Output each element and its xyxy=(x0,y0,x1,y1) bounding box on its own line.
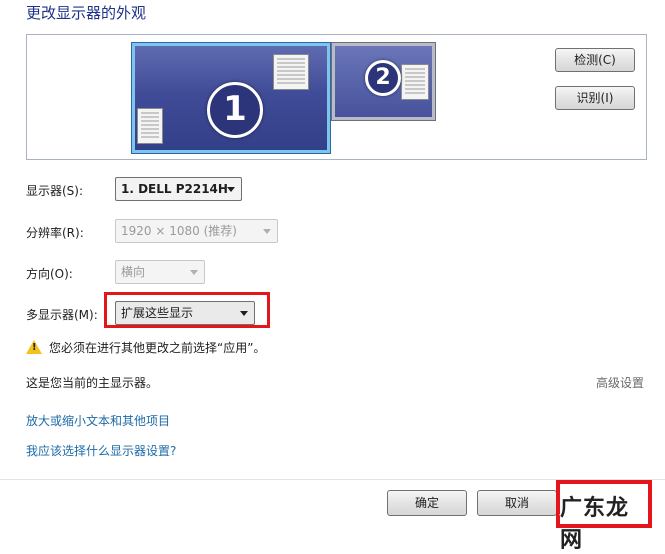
window-thumbnail-icon xyxy=(137,108,163,144)
chevron-down-icon xyxy=(227,187,235,192)
page-title: 更改显示器的外观 xyxy=(26,4,147,22)
warning-icon: ! xyxy=(26,340,42,354)
monitor-number-2: 2 xyxy=(365,60,401,96)
warning-message: ! 您必须在进行其他更改之前选择“应用”。 xyxy=(26,339,265,356)
display-select[interactable]: 1. DELL P2214H xyxy=(115,177,242,201)
main-display-status: 这是您当前的主显示器。 xyxy=(26,376,159,390)
orientation-label: 方向(O): xyxy=(26,267,73,281)
display-arrangement-panel: 1 2 检测(C) 识别(I) xyxy=(26,34,647,160)
resolution-select: 1920 × 1080 (推荐) xyxy=(115,219,278,243)
chevron-down-icon xyxy=(263,229,271,234)
warning-text: 您必须在进行其他更改之前选择“应用”。 xyxy=(49,341,266,355)
chevron-down-icon xyxy=(190,270,198,275)
monitor-1[interactable]: 1 xyxy=(132,43,330,153)
monitor-number-1: 1 xyxy=(207,82,263,138)
identify-button[interactable]: 识别(I) xyxy=(555,86,635,110)
window-thumbnail-icon xyxy=(273,54,309,90)
display-settings-help-link[interactable]: 我应该选择什么显示器设置? xyxy=(26,442,176,459)
display-label: 显示器(S): xyxy=(26,184,84,198)
monitor-2[interactable]: 2 xyxy=(332,43,435,120)
window-thumbnail-icon xyxy=(401,64,429,100)
orientation-select-value: 横向 xyxy=(121,265,146,279)
zoom-text-link[interactable]: 放大或缩小文本和其他项目 xyxy=(26,412,170,429)
advanced-settings-link[interactable]: 高级设置 xyxy=(596,374,644,391)
cancel-button[interactable]: 取消 xyxy=(477,490,557,516)
resolution-label: 分辨率(R): xyxy=(26,226,84,240)
detect-button[interactable]: 检测(C) xyxy=(555,48,635,72)
resolution-select-value: 1920 × 1080 (推荐) xyxy=(121,224,237,238)
highlight-annotation-box xyxy=(104,292,270,328)
orientation-select: 横向 xyxy=(115,260,205,284)
ok-button[interactable]: 确定 xyxy=(387,490,467,516)
watermark-text: 广东龙网 xyxy=(560,495,630,553)
watermark-logo: 广东龙网 xyxy=(556,480,652,553)
display-select-value: 1. DELL P2214H xyxy=(121,182,228,196)
multiple-displays-label: 多显示器(M): xyxy=(26,308,98,322)
